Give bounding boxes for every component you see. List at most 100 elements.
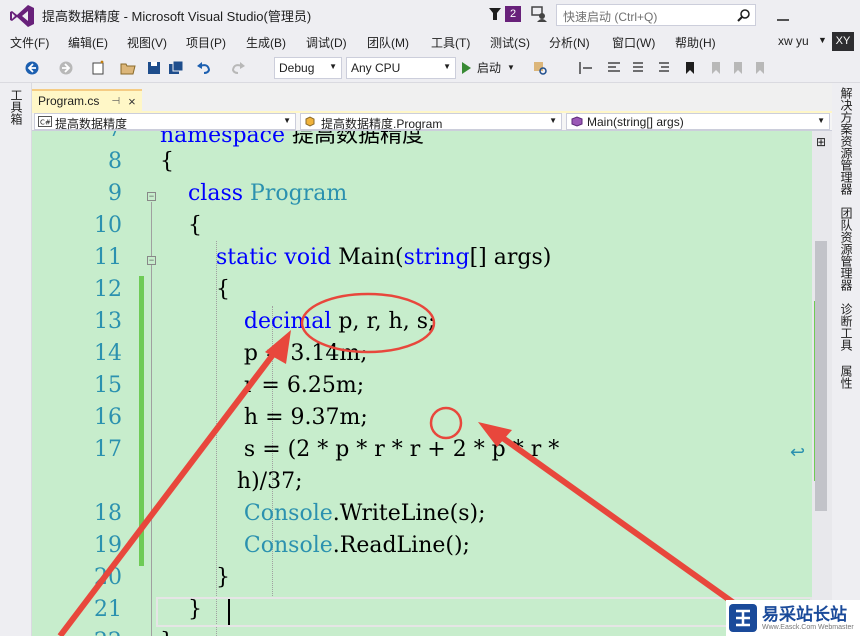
back-icon[interactable] <box>24 60 40 76</box>
menu-build[interactable]: 生成(B) <box>246 34 286 51</box>
collapse-method-icon[interactable]: − <box>147 256 156 265</box>
save-all-icon[interactable] <box>168 60 184 76</box>
menu-file[interactable]: 文件(F) <box>10 34 49 51</box>
code-token: [] args) <box>469 245 552 270</box>
find-in-files-icon[interactable] <box>532 60 548 76</box>
watermark: 易采站长站 Www.Easck.Com Webmaster <box>726 600 860 636</box>
properties-tab[interactable]: 属性 <box>838 365 855 389</box>
class-dropdown[interactable]: 提高数据精度.Program ▼ <box>300 113 562 131</box>
close-tab-icon[interactable]: × <box>128 94 136 109</box>
vertical-scrollbar[interactable]: ⊞ <box>812 131 832 636</box>
line-number: 14 <box>94 341 122 366</box>
new-project-icon[interactable] <box>90 60 106 76</box>
code-token: p, r, h, s; <box>331 309 436 334</box>
save-icon[interactable] <box>146 60 162 76</box>
line-number: 19 <box>94 533 122 558</box>
notification-count-badge: 2 <box>505 6 521 22</box>
menu-team[interactable]: 团队(M) <box>367 34 409 51</box>
collapse-namespace-icon[interactable]: − <box>147 192 156 201</box>
code-line: h = 9.37m; <box>160 405 368 430</box>
code-token: static <box>215 245 278 270</box>
code-line: p = 3.14m; <box>160 341 368 366</box>
team-explorer-tab[interactable]: 团队资源管理器 <box>838 207 855 291</box>
menu-window[interactable]: 窗口(W) <box>612 34 655 51</box>
code-line: { <box>160 149 174 174</box>
notifications[interactable]: 2 <box>488 6 521 22</box>
user-menu-chevron-icon[interactable]: ▼ <box>818 35 827 45</box>
change-indicator-bar <box>139 276 144 566</box>
prev-bookmark-icon[interactable] <box>708 60 724 76</box>
forward-icon[interactable] <box>58 60 74 76</box>
document-tab-program-cs[interactable]: Program.cs ⊣ × <box>32 89 142 111</box>
word-wrap-icon: ↩ <box>790 442 806 462</box>
chevron-down-icon: ▼ <box>329 62 337 71</box>
document-tab-label: Program.cs <box>38 94 100 108</box>
solution-configuration-dropdown[interactable]: Debug ▼ <box>274 57 342 79</box>
user-name[interactable]: xw yu <box>778 34 809 48</box>
bookmark-icon[interactable] <box>682 60 698 76</box>
diagnostic-tools-tab[interactable]: 诊断工具 <box>838 303 855 351</box>
code-token: .WriteLine(s); <box>332 501 486 526</box>
split-window-icon[interactable]: ⊞ <box>816 135 826 149</box>
menu-project[interactable]: 项目(P) <box>186 34 226 51</box>
quick-launch-input[interactable]: 快速启动 (Ctrl+Q) <box>556 4 756 26</box>
feedback-person-icon[interactable] <box>530 5 548 23</box>
project-dropdown[interactable]: C# 提高数据精度 ▼ <box>34 113 296 131</box>
code-token: 提高数据精度 <box>285 131 424 148</box>
avatar[interactable]: XY <box>832 32 854 51</box>
menu-help[interactable]: 帮助(H) <box>675 34 716 51</box>
code-token: void <box>284 245 332 270</box>
line-number: 21 <box>94 597 122 622</box>
step-icon[interactable] <box>578 60 594 76</box>
line-number: 12 <box>94 277 122 302</box>
redo-icon[interactable] <box>230 60 246 76</box>
pin-icon[interactable]: ⊣ <box>111 96 120 107</box>
undo-icon[interactable] <box>196 60 212 76</box>
site-logo-icon <box>729 604 757 632</box>
standard-toolbar: Debug ▼ Any CPU ▼ 启动 ▼ <box>0 53 860 83</box>
code-line: r = 6.25m; <box>160 373 364 398</box>
solution-explorer-tab[interactable]: 解决方案资源管理器 <box>838 87 855 195</box>
clear-bookmarks-icon[interactable] <box>752 60 768 76</box>
search-icon <box>737 9 750 22</box>
member-dropdown[interactable]: Main(string[] args) ▼ <box>566 113 830 130</box>
code-line: { <box>160 213 202 238</box>
menu-tools[interactable]: 工具(T) <box>431 34 470 51</box>
code-token: Main( <box>331 245 404 270</box>
next-bookmark-icon[interactable] <box>730 60 746 76</box>
code-token: { <box>160 149 174 174</box>
menu-debug[interactable]: 调试(D) <box>306 34 347 51</box>
code-token: .ReadLine(); <box>332 533 470 558</box>
code-token: } <box>160 597 202 622</box>
chevron-down-icon: ▼ <box>443 62 451 71</box>
toolbox-tab[interactable]: 工具箱 <box>8 89 25 125</box>
menu-view[interactable]: 视图(V) <box>127 34 167 51</box>
window-title: 提高数据精度 - Microsoft Visual Studio(管理员) <box>42 9 312 24</box>
open-folder-icon[interactable] <box>120 60 136 76</box>
scrollbar-thumb[interactable] <box>815 241 827 511</box>
quick-launch-placeholder: 快速启动 (Ctrl+Q) <box>563 10 658 24</box>
menu-analyze[interactable]: 分析(N) <box>549 34 590 51</box>
comment-icon[interactable] <box>630 60 646 76</box>
format-icon[interactable] <box>606 60 622 76</box>
menu-edit[interactable]: 编辑(E) <box>68 34 108 51</box>
text-caret <box>228 599 230 625</box>
code-line: } <box>160 597 202 622</box>
menu-bar: 文件(F) 编辑(E) 视图(V) 项目(P) 生成(B) 调试(D) 团队(M… <box>0 31 860 53</box>
line-number: 22 <box>94 629 122 636</box>
start-debugging-button[interactable]: 启动 ▼ <box>462 59 515 76</box>
line-number: 7 <box>108 131 122 142</box>
minimize-icon[interactable] <box>776 8 790 22</box>
code-line: class Program <box>160 181 347 206</box>
menu-test[interactable]: 测试(S) <box>490 34 530 51</box>
line-number: 18 <box>94 501 122 526</box>
code-editor[interactable]: 7 8 9 10 11 12 13 14 15 16 17 18 19 20 21 22 − − namesp… <box>32 131 812 636</box>
code-token: r = 6.25m; <box>160 373 365 398</box>
solution-platform-dropdown[interactable]: Any CPU ▼ <box>346 57 456 79</box>
code-token: h)/37; <box>160 469 303 494</box>
code-token: h = 9.37m; <box>160 405 368 430</box>
class-name: 提高数据精度.Program <box>321 117 443 131</box>
line-number: 20 <box>94 565 122 590</box>
uncomment-icon[interactable] <box>656 60 672 76</box>
